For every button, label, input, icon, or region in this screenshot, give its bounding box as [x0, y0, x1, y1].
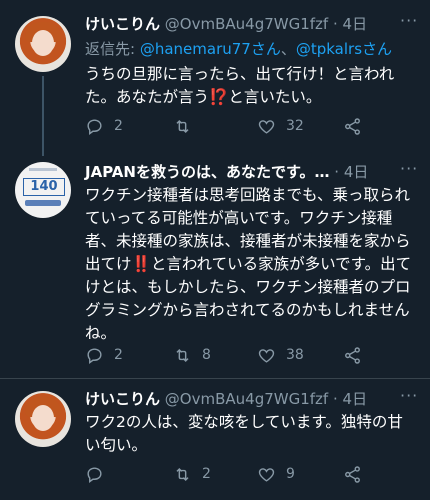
user-handle[interactable]: @OvmBAu4g7WG1fzf	[165, 15, 328, 33]
reply-button[interactable]: 2	[85, 345, 123, 365]
tweet-text: ワク2の人は、変な咳をしています。独特の甘い匂い。	[85, 411, 415, 457]
tweet-1[interactable]: けいこりん @OvmBAu4g7WG1fzf · 4日 ··· 返信先: @ha…	[0, 0, 430, 156]
retweet-button[interactable]: 2	[173, 464, 211, 484]
more-icon[interactable]: ···	[400, 386, 418, 405]
tweet-date[interactable]: 4日	[344, 163, 369, 181]
reply-to-separator: 、	[280, 40, 296, 58]
like-count: 38	[286, 347, 304, 363]
like-button[interactable]: 38	[257, 345, 304, 365]
tweet-text: ワクチン接種者は思考回路までも、乗っ取られていってる可能性が高いです。ワクチン接…	[85, 184, 415, 345]
share-icon	[345, 465, 360, 483]
avatar[interactable]: 140	[15, 162, 71, 218]
reply-icon	[87, 466, 102, 483]
thread-line	[42, 76, 44, 156]
tweet-actions: 2 9	[85, 464, 385, 484]
reply-icon	[87, 347, 102, 364]
tweet-date[interactable]: 4日	[343, 15, 368, 33]
tweet-text-part: ワク2の人は、変な咳をしています。独特の甘い匂い。	[85, 413, 403, 454]
tweet-actions: 2 32	[85, 116, 385, 136]
display-name[interactable]: JAPANを救うのは、あなたです。…	[85, 163, 329, 181]
tweet-text-part: と言いたい。	[228, 88, 322, 106]
share-button[interactable]	[343, 116, 362, 136]
reply-count: 2	[114, 118, 123, 134]
avatar[interactable]	[15, 391, 71, 447]
heart-icon	[258, 119, 275, 134]
reply-icon	[87, 118, 102, 135]
reply-button[interactable]	[85, 464, 114, 484]
share-icon	[345, 117, 360, 135]
retweet-count: 2	[202, 466, 211, 482]
reply-to-label: 返信先:	[85, 40, 140, 58]
retweet-icon	[176, 348, 189, 362]
retweet-icon	[176, 119, 189, 133]
share-button[interactable]	[343, 464, 362, 484]
avatar[interactable]	[15, 16, 71, 72]
tweet-text: うちの旦那に言ったら、出て行け！と言われた。あなたが言う⁉️と言いたい。	[85, 63, 415, 109]
tweet-header: JAPANを救うのは、あなたです。… · 4日	[85, 161, 368, 182]
tweet-3[interactable]: けいこりん @OvmBAu4g7WG1fzf · 4日 ··· ワク2の人は、変…	[0, 379, 430, 500]
like-button[interactable]: 32	[257, 116, 304, 136]
display-name[interactable]: けいこりん	[85, 390, 160, 408]
tweet-actions: 2 8 38	[85, 345, 385, 365]
share-button[interactable]	[343, 345, 362, 365]
tweet-header: けいこりん @OvmBAu4g7WG1fzf · 4日	[85, 388, 367, 409]
avatar-decoration	[25, 200, 61, 206]
display-name[interactable]: けいこりん	[85, 15, 160, 33]
more-icon[interactable]: ···	[400, 11, 418, 30]
reply-to-user-link[interactable]: @tpkalrsさん	[296, 40, 392, 58]
retweet-button[interactable]: 8	[173, 345, 211, 365]
share-icon	[345, 346, 360, 364]
tweet-header: けいこりん @OvmBAu4g7WG1fzf · 4日	[85, 13, 367, 34]
reply-count: 2	[114, 347, 123, 363]
separator-dot: ·	[334, 163, 340, 181]
heart-icon	[258, 467, 275, 482]
retweet-button[interactable]	[173, 116, 202, 136]
tweet-2[interactable]: 140 JAPANを救うのは、あなたです。… · 4日 ··· ワクチン接種者は…	[0, 150, 430, 380]
heart-icon	[258, 348, 275, 363]
emoji: ‼️	[131, 255, 151, 273]
retweet-count: 8	[202, 347, 211, 363]
like-count: 9	[286, 466, 295, 482]
more-icon[interactable]: ···	[400, 159, 418, 178]
separator-dot: ·	[332, 15, 338, 33]
user-handle[interactable]: @OvmBAu4g7WG1fzf	[165, 390, 328, 408]
tweet-date[interactable]: 4日	[343, 390, 368, 408]
emoji: ⁉️	[209, 88, 229, 106]
reply-button[interactable]: 2	[85, 116, 123, 136]
retweet-icon	[176, 467, 189, 481]
like-count: 32	[286, 118, 304, 134]
like-button[interactable]: 9	[257, 464, 295, 484]
avatar-number: 140	[23, 178, 65, 196]
reply-to: 返信先: @hanemaru77さん、@tpkalrsさん	[85, 38, 392, 59]
reply-to-user-link[interactable]: @hanemaru77さん	[140, 40, 281, 58]
separator-dot: ·	[332, 390, 338, 408]
avatar-decoration	[29, 168, 57, 171]
